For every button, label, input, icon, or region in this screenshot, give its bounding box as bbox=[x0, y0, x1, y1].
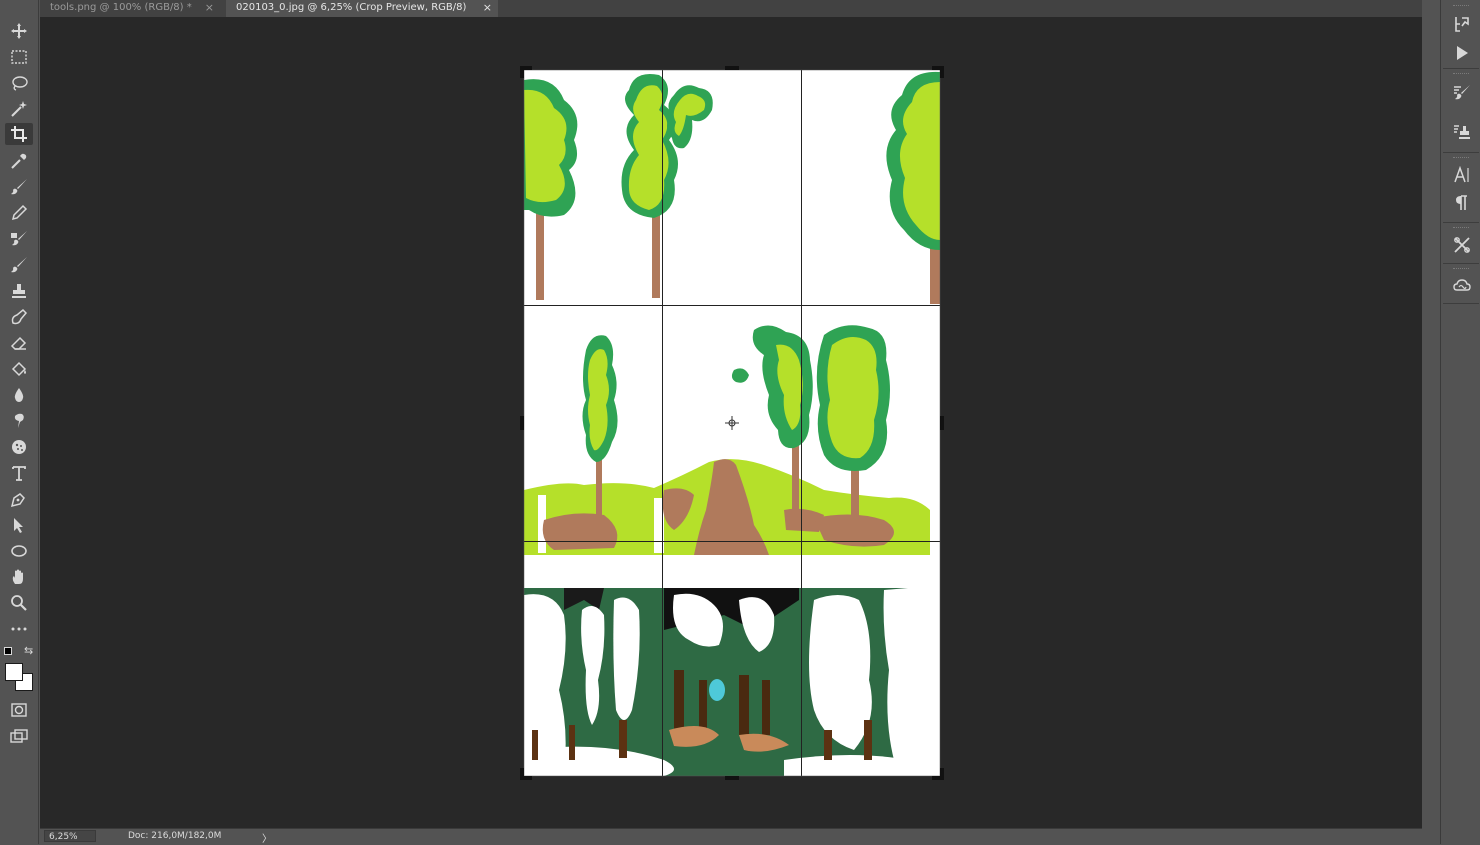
hand-icon bbox=[12, 569, 23, 584]
zoom-level-field[interactable]: 6,25% bbox=[44, 830, 96, 842]
lasso-icon bbox=[12, 76, 28, 91]
magic-wand-tool[interactable] bbox=[5, 98, 33, 120]
panel-separator bbox=[1443, 68, 1479, 69]
sponge-tool[interactable] bbox=[5, 436, 33, 458]
brush-settings-icon bbox=[1454, 85, 1470, 100]
ellipse-tool[interactable] bbox=[5, 540, 33, 562]
libraries-panel-button[interactable] bbox=[1451, 275, 1473, 297]
default-colors-icon[interactable] bbox=[4, 647, 12, 655]
crop-overlay[interactable] bbox=[520, 66, 944, 780]
clone-source-icon bbox=[1454, 125, 1470, 139]
default-colors-controls: ⇆ bbox=[4, 644, 34, 658]
panel-grip[interactable] bbox=[1453, 73, 1469, 76]
type-tool[interactable] bbox=[5, 462, 33, 484]
ellipse-icon bbox=[11, 545, 27, 557]
play-icon bbox=[1457, 46, 1468, 60]
magic-wand-icon bbox=[11, 101, 27, 117]
brush-tool[interactable] bbox=[5, 176, 33, 198]
panel-grip[interactable] bbox=[1453, 5, 1469, 8]
blur-tool[interactable] bbox=[5, 384, 33, 406]
panel-separator bbox=[1443, 222, 1479, 223]
stamp-icon bbox=[12, 284, 26, 298]
actions-panel-button[interactable] bbox=[1451, 42, 1473, 64]
panel-grip[interactable] bbox=[1453, 157, 1469, 160]
move-tool[interactable] bbox=[5, 20, 33, 42]
screen-mode-icon bbox=[10, 729, 28, 743]
panel-separator bbox=[1443, 152, 1479, 153]
panel-separator bbox=[1443, 263, 1479, 264]
zoom-tool[interactable] bbox=[5, 592, 33, 614]
color-swatches bbox=[5, 663, 35, 693]
tab-label: tools.png @ 100% (RGB/8) * bbox=[50, 2, 192, 13]
crop-pivot-icon bbox=[725, 416, 739, 430]
type-icon bbox=[12, 466, 26, 481]
tab-label: 020103_0.jpg @ 6,25% (Crop Preview, RGB/… bbox=[236, 2, 467, 13]
sponge-icon bbox=[12, 440, 26, 454]
healing-icon bbox=[11, 308, 28, 325]
creative-cloud-icon bbox=[1453, 279, 1471, 291]
history-panel-button[interactable] bbox=[1451, 13, 1473, 35]
history-brush-tool[interactable] bbox=[5, 254, 33, 276]
screen-mode-button[interactable] bbox=[5, 725, 33, 747]
panel-dock-gap bbox=[1422, 0, 1440, 844]
ellipsis-icon bbox=[11, 627, 27, 631]
eyedropper-tool[interactable] bbox=[5, 150, 33, 172]
drop-icon bbox=[14, 388, 24, 402]
path-selection-tool[interactable] bbox=[5, 514, 33, 536]
panel-grip[interactable] bbox=[1453, 268, 1469, 271]
clone-source-panel-button[interactable] bbox=[1451, 121, 1473, 143]
status-menu-arrow-icon[interactable]: 〉 bbox=[262, 830, 272, 845]
rect-marquee-icon bbox=[11, 50, 27, 64]
character-panel-button[interactable] bbox=[1451, 164, 1473, 186]
tools-icon bbox=[1454, 237, 1470, 253]
tab-020103-jpg[interactable]: 020103_0.jpg @ 6,25% (Crop Preview, RGB/… bbox=[226, 0, 498, 17]
paragraph-panel-button[interactable] bbox=[1451, 192, 1473, 214]
history-brush-icon bbox=[11, 257, 27, 273]
crop-icon bbox=[11, 126, 27, 142]
brush-icon bbox=[11, 179, 27, 195]
quick-mask-button[interactable] bbox=[5, 699, 33, 721]
swap-colors-icon[interactable]: ⇆ bbox=[24, 644, 33, 657]
pen-icon bbox=[10, 493, 25, 508]
arrow-icon bbox=[14, 518, 23, 533]
history-icon bbox=[1455, 17, 1469, 32]
more-tools[interactable] bbox=[5, 618, 33, 640]
document-size-info[interactable]: Doc: 216,0M/182,0M bbox=[128, 831, 221, 841]
paint-bucket-tool[interactable] bbox=[5, 358, 33, 380]
character-icon bbox=[1454, 166, 1469, 183]
tool-presets-panel-button[interactable] bbox=[1451, 234, 1473, 256]
eyedropper-icon bbox=[11, 153, 27, 169]
move-icon bbox=[11, 23, 27, 39]
pen-tool[interactable] bbox=[5, 488, 33, 510]
tab-close-icon[interactable]: × bbox=[205, 0, 214, 15]
tools-panel: ⇆ bbox=[0, 0, 39, 844]
lasso-tool[interactable] bbox=[5, 72, 33, 94]
eraser-icon bbox=[10, 336, 27, 350]
pencil-tool[interactable] bbox=[5, 202, 33, 224]
bucket-icon bbox=[11, 361, 27, 377]
pencil-icon bbox=[11, 204, 28, 221]
mixer-brush-icon bbox=[11, 231, 27, 246]
healing-brush-tool[interactable] bbox=[5, 306, 33, 328]
panel-grip[interactable] bbox=[1453, 227, 1469, 230]
brushes-panel-button[interactable] bbox=[1451, 81, 1473, 103]
collapsed-panels-dock bbox=[1440, 0, 1480, 844]
mixer-brush-tool[interactable] bbox=[5, 228, 33, 250]
smudge-icon bbox=[14, 413, 24, 428]
foreground-color-swatch[interactable] bbox=[5, 663, 23, 681]
eraser-tool[interactable] bbox=[5, 332, 33, 354]
quick-mask-icon bbox=[11, 703, 27, 717]
crop-tool[interactable] bbox=[5, 123, 33, 145]
document-tab-bar: tools.png @ 100% (RGB/8) * × 020103_0.jp… bbox=[40, 0, 1422, 17]
smudge-tool[interactable] bbox=[5, 410, 33, 432]
stamp-tool[interactable] bbox=[5, 280, 33, 302]
marquee-tool[interactable] bbox=[5, 46, 33, 68]
paragraph-icon bbox=[1456, 195, 1467, 210]
zoom-icon bbox=[11, 595, 27, 611]
tab-close-icon[interactable]: × bbox=[483, 0, 492, 15]
tab-tools-png[interactable]: tools.png @ 100% (RGB/8) * × bbox=[40, 0, 220, 17]
panel-separator bbox=[1443, 303, 1479, 304]
status-bar: 6,25% Doc: 216,0M/182,0M 〉 bbox=[40, 828, 1422, 845]
hand-tool[interactable] bbox=[5, 566, 33, 588]
